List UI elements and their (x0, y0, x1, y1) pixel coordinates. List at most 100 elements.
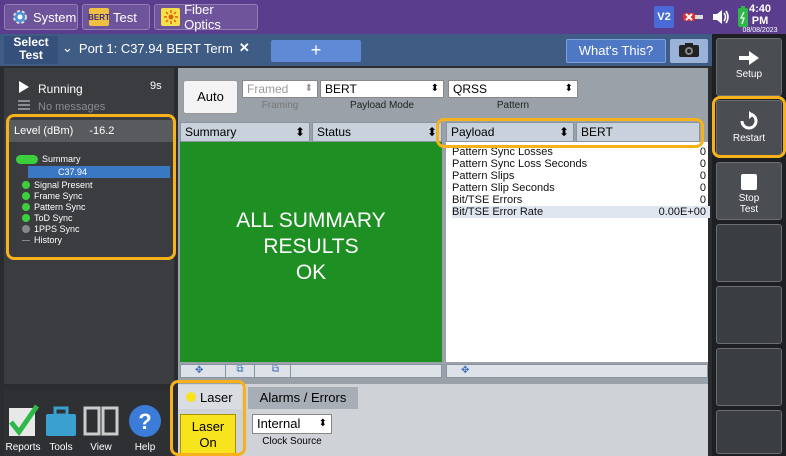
restart-icon (740, 111, 758, 130)
right-panel: Setup Restart Stop Test (712, 34, 786, 456)
summary-category-select[interactable]: Summary ⬍ (180, 122, 310, 142)
close-icon[interactable]: ✕ (239, 40, 250, 56)
system-button[interactable]: System (4, 4, 78, 30)
tree-item-c37[interactable]: C37.94 (28, 166, 170, 178)
tree-item-1pps-sync[interactable]: 1PPS Sync (22, 224, 80, 234)
empty-action-button[interactable] (716, 348, 782, 406)
running-status: Running (18, 80, 83, 97)
result-value: 0 (699, 170, 706, 182)
empty-action-button[interactable] (716, 410, 782, 454)
tree-pps-label: 1PPS Sync (34, 224, 80, 234)
summary-led-icon (16, 154, 38, 164)
view-button[interactable]: View (82, 390, 120, 456)
tree-pattern-label: Pattern Sync (34, 202, 86, 212)
whats-this-button[interactable]: What's This? (566, 39, 666, 63)
summary-group-select[interactable]: Status ⬍ (312, 122, 442, 142)
auto-button[interactable]: Auto (183, 80, 238, 114)
list-icon (18, 100, 30, 113)
results-pane-toolbar: ✥ (446, 364, 708, 378)
tools-label: Tools (49, 442, 73, 453)
laser-on-line1: Laser (191, 419, 225, 434)
bert-icon: BERT (88, 8, 110, 26)
clock-source-select[interactable]: Internal ⬍ (252, 414, 332, 434)
reports-label: Reports (5, 442, 41, 453)
fiber-optics-label: Fiber Optics (184, 2, 221, 32)
framing-select[interactable]: Framed ⬍ (242, 80, 318, 98)
alarms-tab-label: Alarms / Errors (259, 390, 347, 405)
level-readout: Level (dBm) -16.2 (8, 120, 174, 142)
result-label: Pattern Sync Losses (452, 146, 553, 158)
tree-c37-label: C37.94 (58, 167, 88, 177)
reports-button[interactable]: Reports (4, 390, 42, 456)
tree-item-signal-present[interactable]: Signal Present (22, 180, 93, 190)
level-value: -16.2 (89, 125, 115, 137)
fiber-optics-button[interactable]: Fiber Optics (154, 2, 258, 32)
payload-mode-select[interactable]: BERT ⬍ (320, 80, 444, 98)
pattern-select[interactable]: QRSS ⬍ (448, 80, 578, 98)
screenshot-button[interactable] (670, 39, 708, 63)
stop-label-line2: Test (739, 204, 759, 215)
messages-label: No messages (38, 100, 106, 113)
help-icon: ? (129, 405, 161, 437)
payload-category-select[interactable]: Payload ⬍ (446, 122, 574, 142)
speaker-icon[interactable] (710, 6, 732, 28)
laser-on-button[interactable]: Laser On (180, 414, 236, 454)
network-disconnected-icon[interactable] (680, 6, 706, 28)
copy-pane-icon[interactable]: ⧉ (261, 364, 291, 378)
chevron-down-icon[interactable]: ⌄ (62, 40, 73, 56)
stop-test-button[interactable]: Stop Test (716, 162, 782, 220)
tree-item-summary[interactable]: Summary (16, 154, 81, 164)
tree-signal-label: Signal Present (34, 180, 93, 190)
tab-port1[interactable]: ⌄ Port 1: C37.94 BERT Term ✕ (62, 40, 250, 56)
summary-line3: OK (295, 261, 327, 284)
whats-this-label: What's This? (578, 43, 654, 58)
add-tab-label: + (310, 40, 322, 60)
expand-icon[interactable]: ✥ (195, 365, 203, 376)
tab-alarms-errors[interactable]: Alarms / Errors (248, 387, 358, 409)
gear-icon (11, 8, 29, 26)
tree-tod-label: ToD Sync (34, 213, 73, 223)
select-test-button[interactable]: Select Test (4, 36, 58, 64)
select-arrow-icon: ⬍ (426, 125, 437, 139)
summary-header-right: Status (317, 125, 352, 139)
payload-mode-value: BERT (325, 82, 357, 96)
clock-source-label: Clock Source (262, 436, 322, 447)
result-label: Bit/TSE Error Rate (452, 206, 544, 218)
elapsed-time: 9s (150, 80, 162, 92)
help-label: Help (134, 442, 156, 453)
payload-group-select[interactable]: BERT (576, 122, 700, 142)
led-icon (22, 214, 30, 222)
date-text: 08/08/2023 (742, 27, 778, 34)
summary-header-left: Summary (185, 125, 237, 139)
clock: 4:40 PM 08/08/2023 (740, 3, 780, 34)
select-arrow-icon: ⬍ (558, 125, 569, 139)
camera-icon (678, 42, 700, 61)
empty-action-button[interactable] (716, 286, 782, 344)
tree-item-tod-sync[interactable]: ToD Sync (22, 213, 73, 223)
empty-action-button[interactable] (716, 224, 782, 282)
stop-icon (741, 174, 757, 190)
fiber-optics-icon (161, 8, 181, 26)
add-tab-button[interactable]: + (271, 40, 361, 62)
result-row: Pattern Slips 0 (452, 170, 710, 182)
tools-button[interactable]: Tools (42, 390, 80, 456)
tree-item-history[interactable]: History (22, 235, 62, 245)
setup-button[interactable]: Setup (716, 38, 782, 96)
help-button[interactable]: ? Help (126, 390, 164, 456)
restart-button[interactable]: Restart (716, 100, 782, 158)
test-button[interactable]: BERT Test (82, 4, 150, 30)
system-label: System (33, 9, 77, 25)
copy-icon[interactable]: ⧉ (225, 364, 255, 378)
tree-item-frame-sync[interactable]: Frame Sync (22, 191, 83, 201)
result-row: Pattern Slip Seconds 0 (452, 182, 710, 194)
result-value: 0 (699, 182, 706, 194)
tab-laser[interactable]: Laser (178, 385, 242, 409)
expand-icon[interactable]: ✥ (461, 365, 469, 376)
led-icon (22, 192, 30, 200)
results-pane: Pattern Sync Losses 0 Pattern Sync Loss S… (446, 142, 710, 362)
test-status[interactable]: Running 9s No messages (10, 74, 170, 114)
view-icon (83, 406, 119, 436)
tree-item-pattern-sync[interactable]: Pattern Sync (22, 202, 86, 212)
select-arrow-icon: ⬍ (430, 83, 439, 94)
v2-icon[interactable]: V2 (654, 6, 674, 28)
